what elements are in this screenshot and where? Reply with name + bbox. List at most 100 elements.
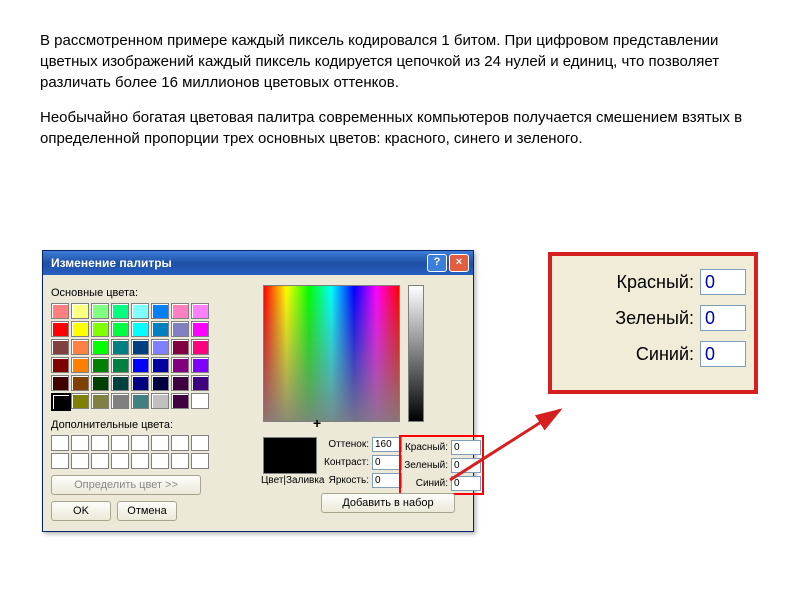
basic-swatch[interactable] (111, 393, 129, 409)
color-solid-label: Цвет|Заливка (261, 475, 325, 486)
basic-swatch[interactable] (71, 357, 89, 373)
basic-swatch[interactable] (51, 375, 69, 391)
basic-swatch[interactable] (151, 393, 169, 409)
basic-colors-label: Основные цвета: (51, 287, 465, 299)
zoom-green-input[interactable] (700, 305, 746, 331)
basic-swatch[interactable] (91, 303, 109, 319)
basic-swatch[interactable] (171, 393, 189, 409)
crosshair-icon: + (313, 415, 321, 431)
basic-swatch[interactable] (151, 303, 169, 319)
lum-label: Яркость: (321, 475, 372, 486)
spectrum-picker[interactable] (263, 285, 400, 422)
green-label: Зеленый: (402, 460, 451, 471)
basic-swatch[interactable] (191, 339, 209, 355)
custom-swatch[interactable] (111, 435, 129, 451)
basic-swatch[interactable] (191, 303, 209, 319)
titlebar[interactable]: Изменение палитры ? × (43, 251, 473, 275)
basic-swatch[interactable] (111, 321, 129, 337)
basic-swatch[interactable] (51, 357, 69, 373)
custom-swatch[interactable] (131, 435, 149, 451)
basic-swatch[interactable] (91, 375, 109, 391)
help-button[interactable]: ? (427, 254, 447, 272)
custom-swatch[interactable] (131, 453, 149, 469)
basic-swatch[interactable] (171, 357, 189, 373)
basic-swatch[interactable] (91, 357, 109, 373)
basic-swatch[interactable] (131, 339, 149, 355)
basic-swatch[interactable] (191, 375, 209, 391)
basic-swatch[interactable] (51, 393, 71, 411)
color-picker-dialog: Изменение палитры ? × Основные цвета: До… (42, 250, 474, 532)
custom-swatch[interactable] (71, 453, 89, 469)
custom-swatch[interactable] (191, 453, 209, 469)
custom-swatch[interactable] (71, 435, 89, 451)
basic-swatch[interactable] (91, 321, 109, 337)
basic-swatch[interactable] (131, 393, 149, 409)
basic-swatch[interactable] (171, 339, 189, 355)
zoom-red-label: Красный: (617, 272, 700, 293)
custom-swatch[interactable] (91, 453, 109, 469)
basic-swatch[interactable] (71, 393, 89, 409)
custom-swatch[interactable] (171, 435, 189, 451)
custom-colors-label: Дополнительные цвета: (51, 419, 465, 431)
basic-swatch[interactable] (111, 339, 129, 355)
basic-swatch[interactable] (151, 375, 169, 391)
basic-swatch[interactable] (151, 321, 169, 337)
basic-swatch[interactable] (91, 393, 109, 409)
hue-input[interactable] (372, 437, 402, 452)
custom-swatch[interactable] (51, 453, 69, 469)
basic-swatch[interactable] (191, 393, 209, 409)
basic-swatch[interactable] (111, 303, 129, 319)
basic-colors-grid (51, 303, 465, 409)
basic-swatch[interactable] (131, 357, 149, 373)
basic-swatch[interactable] (111, 357, 129, 373)
custom-swatch[interactable] (51, 435, 69, 451)
green-input[interactable] (451, 458, 481, 473)
close-button[interactable]: × (449, 254, 469, 272)
cancel-button[interactable]: Отмена (117, 501, 177, 521)
custom-swatch[interactable] (151, 435, 169, 451)
basic-swatch[interactable] (51, 339, 69, 355)
add-to-custom-button[interactable]: Добавить в набор (321, 493, 455, 513)
paragraph-1: В рассмотренном примере каждый пиксель к… (40, 30, 760, 93)
basic-swatch[interactable] (151, 357, 169, 373)
custom-swatch[interactable] (151, 453, 169, 469)
explanatory-text: В рассмотренном примере каждый пиксель к… (0, 0, 800, 169)
ok-button[interactable]: OK (51, 501, 111, 521)
basic-swatch[interactable] (71, 303, 89, 319)
basic-swatch[interactable] (171, 303, 189, 319)
red-input[interactable] (451, 440, 481, 455)
basic-swatch[interactable] (191, 321, 209, 337)
custom-swatch[interactable] (171, 453, 189, 469)
basic-swatch[interactable] (71, 375, 89, 391)
basic-swatch[interactable] (51, 303, 69, 319)
zoom-blue-input[interactable] (700, 341, 746, 367)
zoom-green-label: Зеленый: (615, 308, 700, 329)
basic-swatch[interactable] (171, 321, 189, 337)
lum-input[interactable] (372, 473, 402, 488)
basic-swatch[interactable] (111, 375, 129, 391)
hue-label: Оттенок: (321, 439, 372, 450)
basic-swatch[interactable] (91, 339, 109, 355)
zoom-red-input[interactable] (700, 269, 746, 295)
basic-swatch[interactable] (171, 375, 189, 391)
basic-swatch[interactable] (191, 357, 209, 373)
color-preview (263, 437, 317, 474)
custom-swatch[interactable] (91, 435, 109, 451)
basic-swatch[interactable] (131, 375, 149, 391)
basic-swatch[interactable] (131, 321, 149, 337)
color-selector-area (263, 285, 400, 422)
blue-label: Синий: (402, 478, 451, 489)
custom-swatch[interactable] (191, 435, 209, 451)
basic-swatch[interactable] (71, 321, 89, 337)
dialog-title: Изменение палитры (47, 256, 425, 270)
sat-input[interactable] (372, 455, 402, 470)
zoom-rgb-panel: Красный: Зеленый: Синий: (548, 252, 758, 394)
blue-input[interactable] (451, 476, 481, 491)
basic-swatch[interactable] (151, 339, 169, 355)
custom-swatch[interactable] (111, 453, 129, 469)
basic-swatch[interactable] (71, 339, 89, 355)
define-color-button[interactable]: Определить цвет >> (51, 475, 201, 495)
basic-swatch[interactable] (51, 321, 69, 337)
luminance-slider[interactable] (408, 285, 424, 422)
basic-swatch[interactable] (131, 303, 149, 319)
